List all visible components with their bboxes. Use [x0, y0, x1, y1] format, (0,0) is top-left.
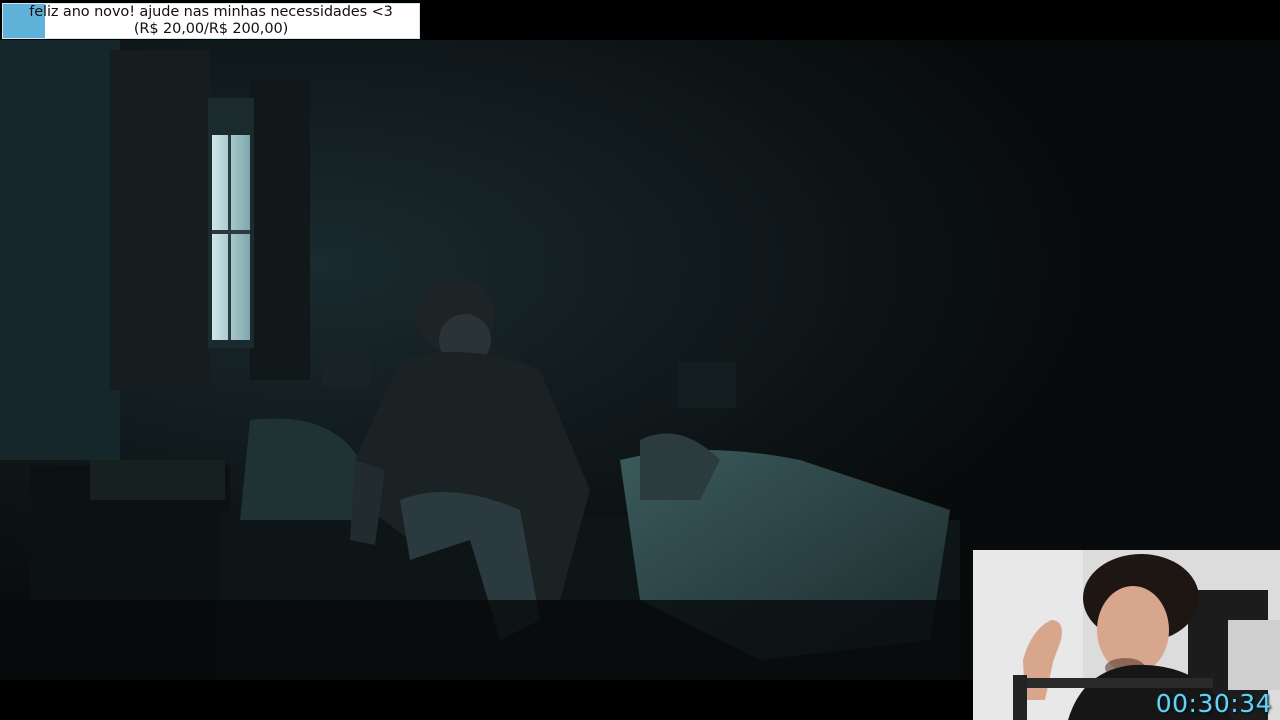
goal-message: feliz ano novo! ajude nas minhas necessi… — [29, 4, 393, 20]
stream-layout: feliz ano novo! ajude nas minhas necessi… — [0, 0, 1280, 720]
lamp-left — [322, 338, 370, 386]
mic-arm — [1013, 678, 1213, 688]
webcam-overlay: 00:30:34 — [973, 550, 1280, 720]
lamp-right — [678, 362, 736, 408]
goal-amounts: (R$ 20,00/R$ 200,00) — [133, 21, 289, 37]
left-wall — [0, 40, 120, 460]
goal-text: feliz ano novo! ajude nas minhas necessi… — [3, 4, 419, 38]
curtain-right — [250, 80, 310, 380]
donation-goal-bar: feliz ano novo! ajude nas minhas necessi… — [2, 3, 420, 39]
curtain-left — [110, 50, 210, 390]
stream-timer: 00:30:34 — [1155, 689, 1272, 718]
window — [208, 98, 254, 348]
